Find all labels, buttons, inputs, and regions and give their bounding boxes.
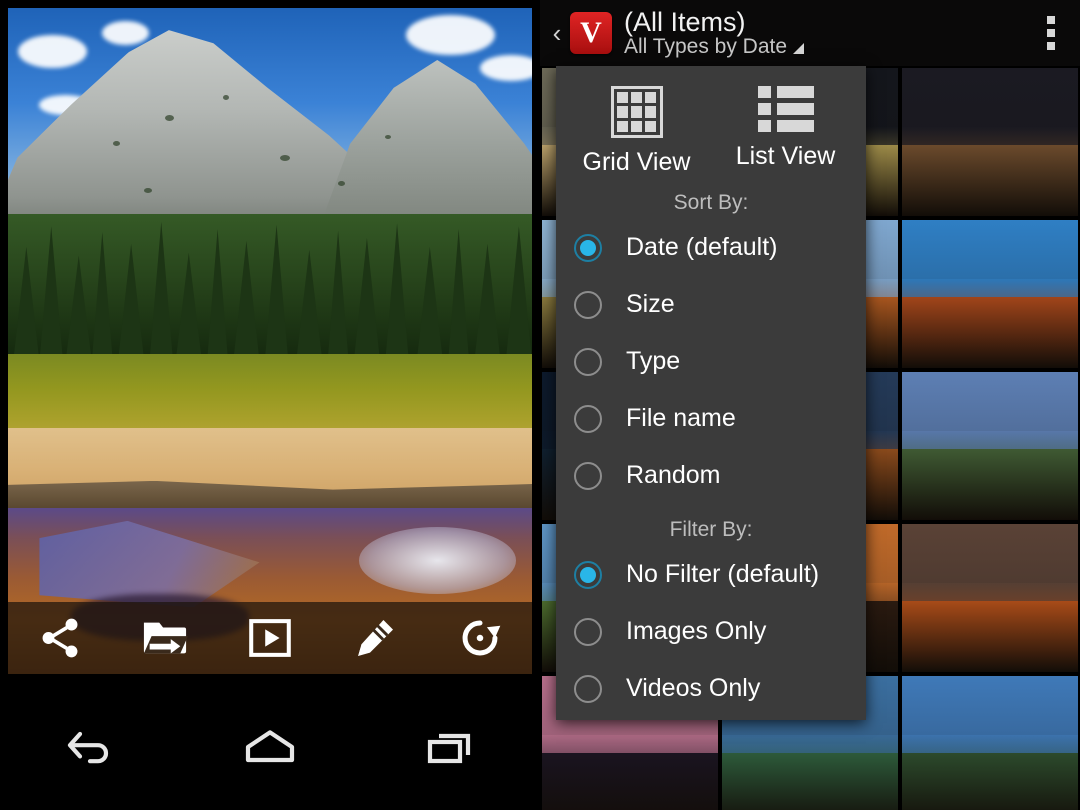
photo-viewer-panel [0,0,540,810]
radio-indicator [574,347,602,376]
overflow-dot [1047,16,1055,24]
recents-icon [427,733,471,764]
thumbnail-mountain-river-valley[interactable] [902,372,1078,520]
pine-forest [8,214,532,361]
back-icon [67,731,109,764]
cloud-shape [406,14,496,55]
list-view-label: List View [735,142,836,170]
grid-view-label: Grid View [582,148,691,176]
mountain-vegetation [385,134,392,139]
thumbnail-foreground [902,752,1078,810]
dropdown-caret-icon [793,43,805,55]
mountain-vegetation [222,94,229,100]
sort-option-random[interactable]: Random [556,447,866,504]
overflow-menu-button[interactable] [1038,12,1064,54]
thumbnail-foreground [902,600,1078,672]
sort-option-label: Date (default) [626,233,778,261]
android-nav-bar [0,682,540,810]
mountain-vegetation [280,154,291,161]
filter-option-no-filter[interactable]: No Filter (default) [556,546,866,603]
share-icon [42,618,78,658]
radio-indicator [574,674,602,703]
rotate-icon [462,620,500,656]
thumbnail-foreground [902,296,1078,368]
sort-option-label: File name [626,404,736,432]
slideshow-button[interactable] [235,607,305,669]
thumbnail-foreground [542,752,718,810]
filter-option-label: No Filter (default) [626,560,820,588]
sort-option-date[interactable]: Date (default) [556,219,866,276]
filter-option-videos-only[interactable]: Videos Only [556,660,866,717]
thumbnail-canyon-cliff-dusk[interactable] [902,68,1078,216]
thumbnail-mesa-arch-canyon[interactable] [902,524,1078,672]
filter-by-header: Filter By: [669,518,753,541]
overflow-dot [1047,29,1055,37]
view-mode-row: Grid View List View [556,80,866,177]
sort-option-size[interactable]: Size [556,276,866,333]
mountain-vegetation [144,187,153,193]
filter-option-label: Videos Only [626,674,761,702]
radio-indicator [574,617,602,646]
sort-option-label: Size [626,290,675,318]
page-subtitle: All Types by Date [624,35,788,59]
radio-indicator [574,560,602,589]
action-bar-titles: (All Items) All Types by Date [624,6,805,59]
action-bar-back-button[interactable]: ‹ [546,20,568,46]
list-view-icon [757,86,814,132]
app-logo-icon[interactable]: V [570,12,612,54]
view-options-popup-menu: Grid View List View Sort By: Date (defau… [556,66,866,720]
action-bar-subtitle-row[interactable]: All Types by Date [624,35,805,59]
cloud-shape [18,34,87,68]
thumbnail-foreground [902,448,1078,520]
thumbnail-foreground [722,752,898,810]
thumbnail-bonsai-tree-blue-sky[interactable] [902,220,1078,368]
sort-by-header: Sort By: [673,191,749,214]
radio-indicator [574,461,602,490]
thumbnail-foreground [902,144,1078,216]
radio-indicator [574,233,602,262]
home-icon [245,730,295,763]
share-button[interactable] [25,607,95,669]
grid-view-icon [610,86,663,138]
page-title: (All Items) [624,6,746,37]
screenshot-root: ‹ V (All Items) All Types by Date Grid V… [0,0,1080,810]
edit-pencil-icon [357,619,393,657]
radio-indicator [574,290,602,319]
move-to-folder-icon [144,622,189,654]
mountain-vegetation [165,114,175,121]
move-to-folder-button[interactable] [130,607,200,669]
nav-back-button[interactable] [35,706,145,786]
filter-option-label: Images Only [626,617,767,645]
rotate-button[interactable] [445,607,515,669]
thumbnail-snow-peak-lake[interactable] [902,676,1078,810]
sort-option-label: Type [626,347,681,375]
overflow-dot [1047,42,1055,50]
radio-indicator [574,404,602,433]
list-view-option[interactable]: List View [716,86,856,177]
slideshow-play-icon [249,619,291,657]
photo-action-toolbar [8,602,532,674]
sort-option-type[interactable]: Type [556,333,866,390]
action-bar: ‹ V (All Items) All Types by Date [540,0,1080,66]
edit-button[interactable] [340,607,410,669]
viewer-photo[interactable] [8,8,532,674]
sort-option-label: Random [626,461,721,489]
filter-option-images-only[interactable]: Images Only [556,603,866,660]
nav-recents-button[interactable] [395,706,505,786]
grid-view-option[interactable]: Grid View [567,86,707,177]
gallery-panel: ‹ V (All Items) All Types by Date Grid V… [540,0,1080,810]
sort-option-file-name[interactable]: File name [556,390,866,447]
nav-home-button[interactable] [215,706,325,786]
cloud-reflection [359,527,517,595]
app-logo-letter: V [580,16,602,49]
